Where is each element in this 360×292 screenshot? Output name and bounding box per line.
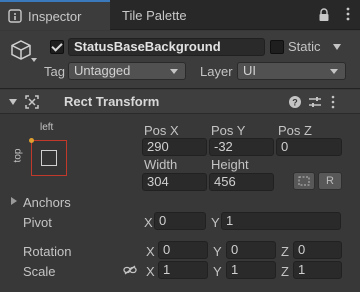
anchors-foldout-icon[interactable] [11, 197, 17, 205]
tab-tile-palette-label: Tile Palette [122, 7, 187, 23]
rotation-x-field[interactable]: 0 [158, 241, 208, 259]
rect-transform-icon [25, 95, 39, 109]
scale-y-axis-label: Y [213, 264, 222, 279]
width-field[interactable]: 304 [142, 173, 207, 191]
tab-bar: Inspector Tile Palette [0, 0, 360, 30]
gameobject-cube-icon[interactable] [10, 39, 32, 61]
object-name-input[interactable]: StatusBaseBackground [68, 38, 265, 56]
tab-tile-palette[interactable]: Tile Palette [110, 0, 220, 30]
scale-y-field[interactable]: 1 [226, 261, 276, 279]
scale-label: Scale [23, 264, 56, 279]
rect-transform-title: Rect Transform [64, 94, 160, 109]
rotation-label: Rotation [23, 244, 72, 259]
height-label: Height [211, 157, 249, 172]
tab-inspector[interactable]: Inspector [0, 0, 110, 30]
anchor-presets-inner [41, 150, 57, 166]
rotation-z-field[interactable]: 0 [293, 241, 342, 259]
rotation-z-axis-label: Z [281, 244, 289, 259]
anchor-vertical-label: top [12, 148, 24, 163]
kebab-menu-icon[interactable] [346, 6, 350, 22]
scale-x-axis-label: X [146, 264, 155, 279]
pos-x-field[interactable]: 290 [142, 138, 207, 156]
static-label: Static [288, 39, 321, 54]
tag-value: Untagged [74, 63, 131, 78]
pivot-x-field[interactable]: 0 [154, 212, 206, 230]
rotation-y-axis-label: Y [213, 244, 222, 259]
tag-dropdown[interactable]: Untagged [68, 62, 186, 80]
layer-value: UI [243, 63, 256, 78]
width-label: Width [144, 157, 178, 172]
active-checkbox[interactable] [50, 40, 64, 54]
chevron-down-icon[interactable] [31, 58, 37, 62]
blueprint-mode-icon [298, 176, 310, 186]
pos-y-field[interactable]: -32 [209, 138, 274, 156]
static-checkbox[interactable] [270, 40, 284, 54]
kebab-menu-icon[interactable] [331, 95, 335, 109]
tag-label: Tag [44, 64, 65, 79]
rect-transform-header[interactable] [0, 90, 360, 114]
svg-text:?: ? [292, 97, 298, 107]
layer-dropdown[interactable]: UI [237, 62, 346, 80]
pivot-y-field[interactable]: 1 [221, 212, 341, 230]
static-dropdown-icon[interactable] [333, 44, 341, 50]
scale-z-field[interactable]: 1 [293, 261, 342, 279]
anchors-label[interactable]: Anchors [23, 195, 71, 210]
pos-x-label: Pos X [144, 123, 179, 138]
chevron-down-icon [170, 69, 178, 74]
foldout-arrow-icon[interactable] [9, 99, 17, 105]
pos-y-label: Pos Y [211, 123, 246, 138]
pivot-x-axis-label: X [144, 215, 153, 230]
rotation-y-field[interactable]: 0 [226, 241, 276, 259]
link-icon[interactable] [123, 265, 137, 275]
anchor-point [29, 138, 34, 143]
pivot-y-axis-label: Y [211, 215, 220, 230]
presets-icon[interactable] [309, 96, 321, 108]
layer-label: Layer [200, 64, 233, 79]
raw-edit-button[interactable]: R [318, 172, 342, 190]
rotation-x-axis-label: X [146, 244, 155, 259]
blueprint-mode-button[interactable] [293, 172, 315, 190]
inspector-icon [8, 9, 22, 23]
anchor-presets-button[interactable] [29, 138, 67, 176]
anchor-horizontal-label: left [40, 122, 54, 133]
tab-inspector-label: Inspector [28, 8, 82, 24]
height-field[interactable]: 456 [209, 173, 274, 191]
scale-x-field[interactable]: 1 [158, 261, 208, 279]
pos-z-field[interactable]: 0 [276, 138, 342, 156]
chevron-down-icon [330, 69, 338, 74]
lock-icon[interactable] [318, 8, 330, 22]
scale-z-axis-label: Z [281, 264, 289, 279]
help-icon[interactable]: ? [289, 96, 301, 108]
pos-z-label: Pos Z [278, 123, 312, 138]
pivot-label: Pivot [23, 215, 52, 230]
